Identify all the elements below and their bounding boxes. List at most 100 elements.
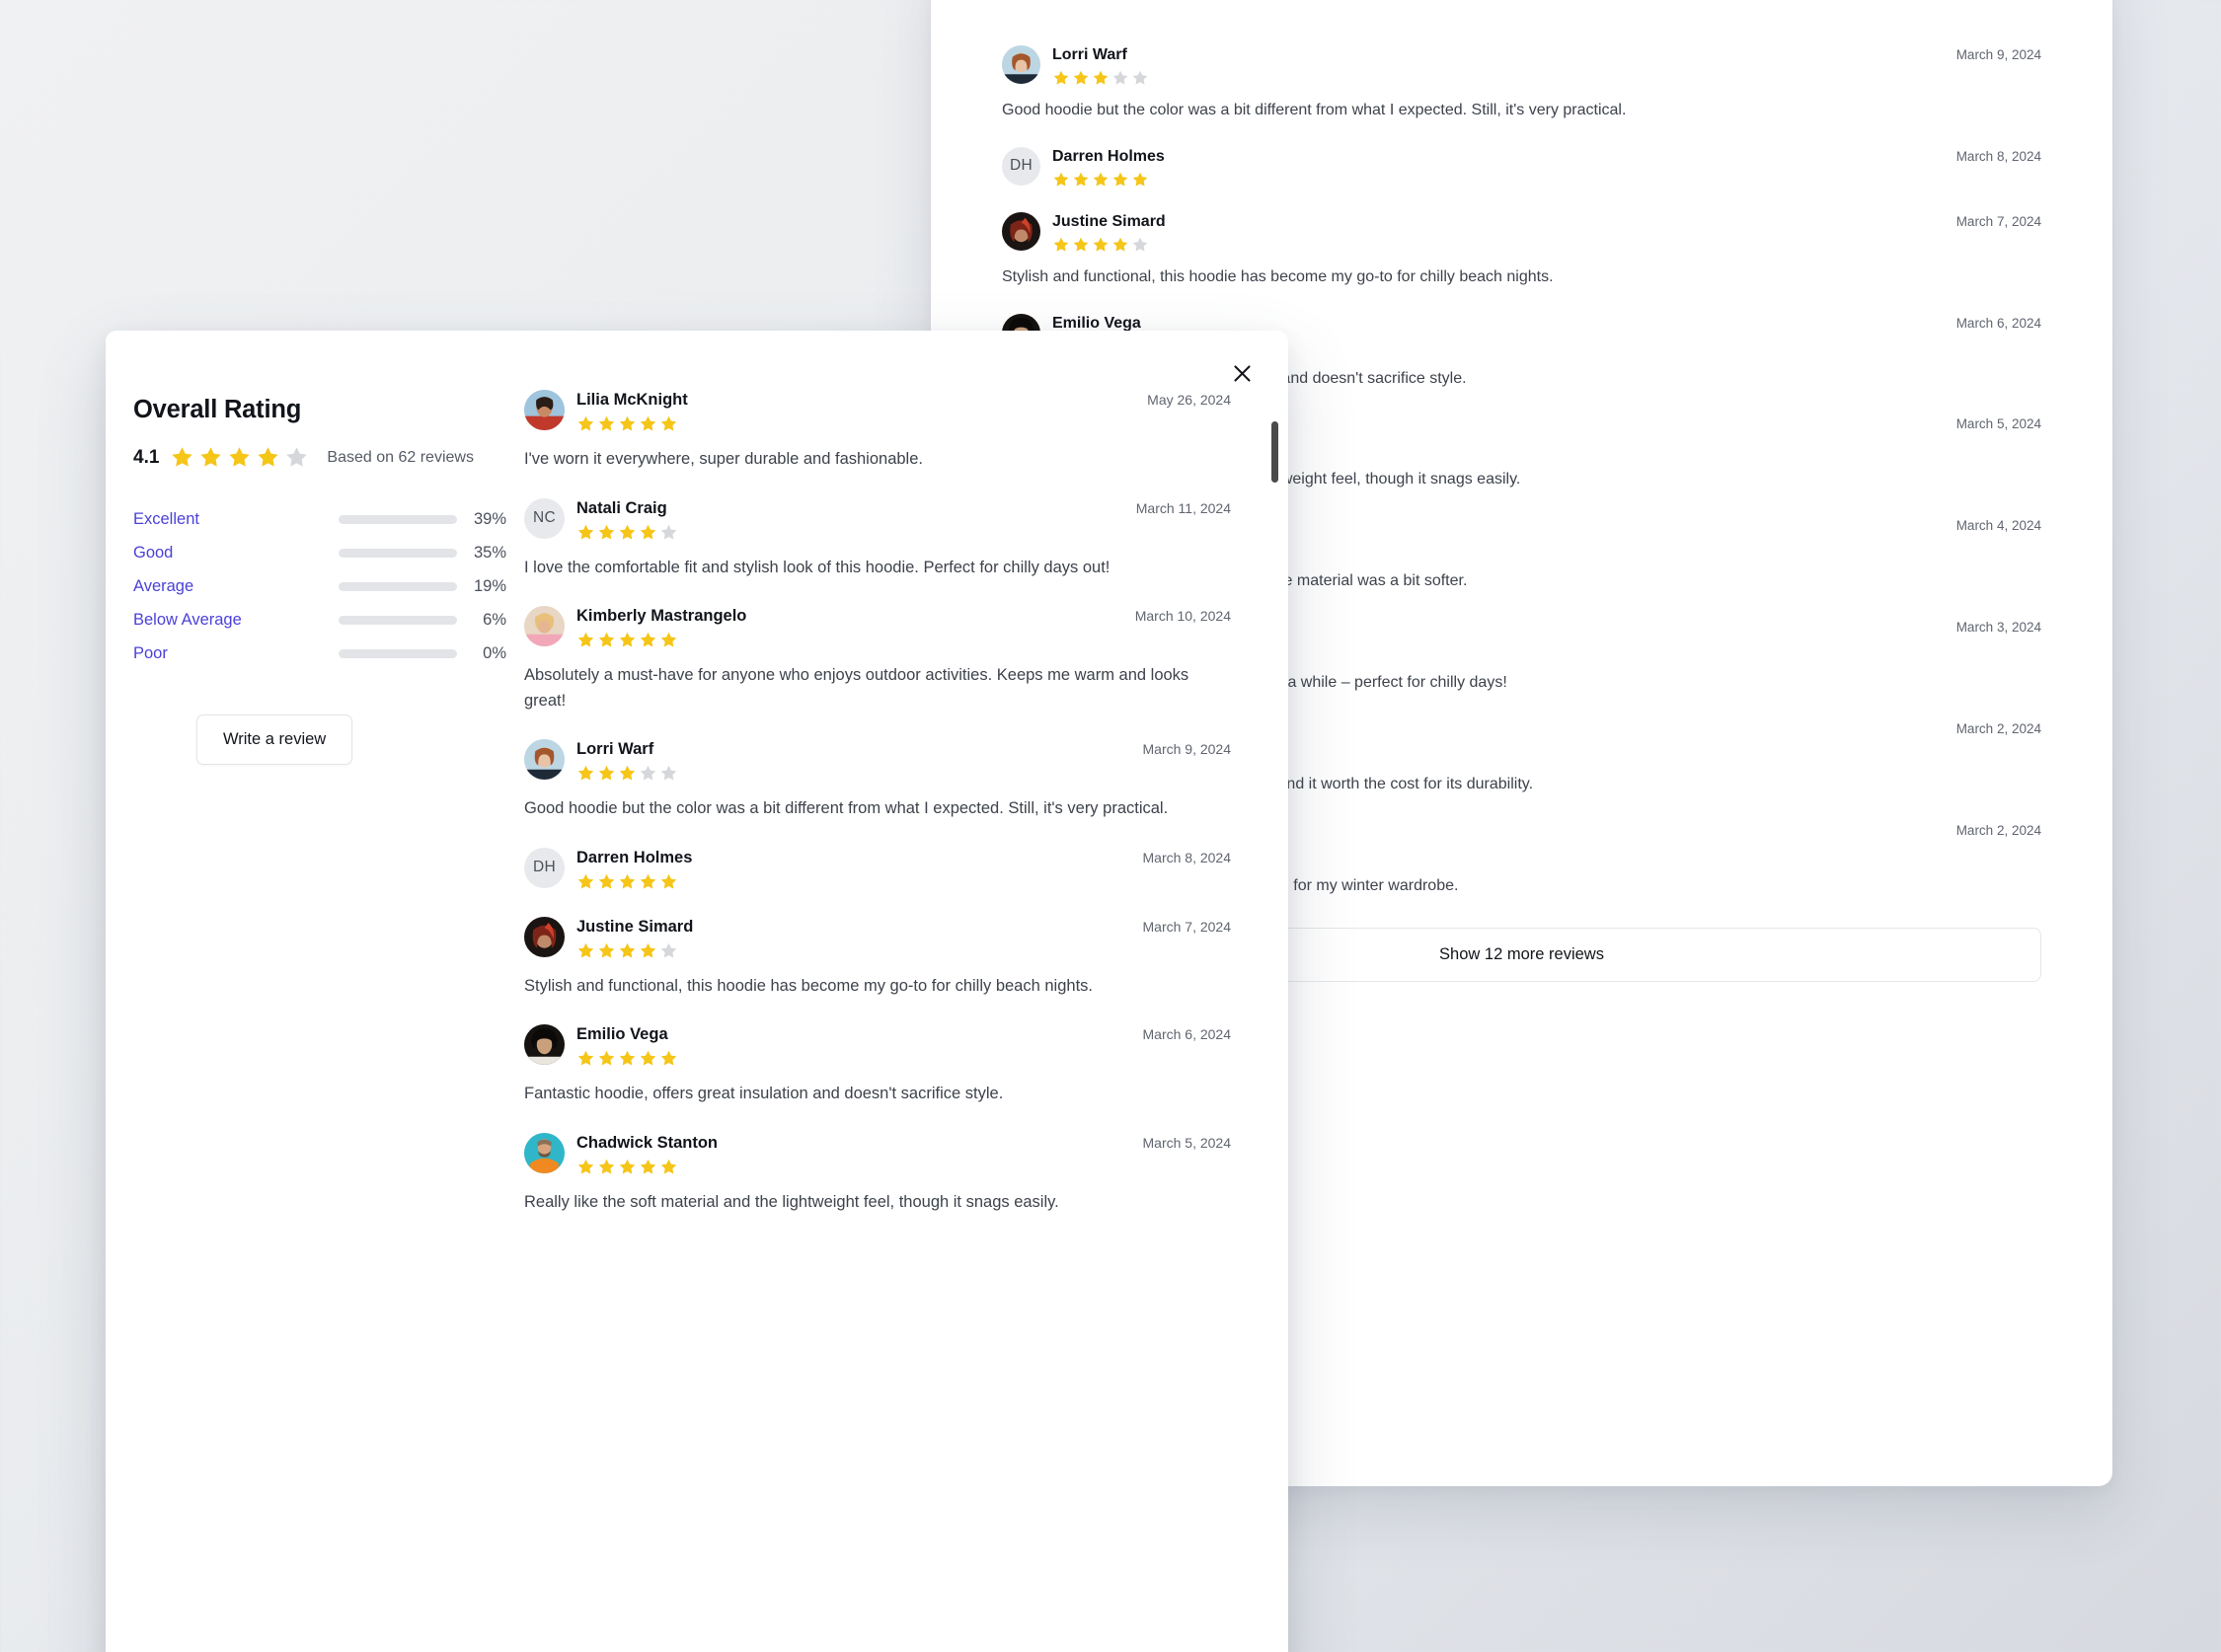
reviewer-name: Lilia McKnight bbox=[576, 391, 688, 409]
review-date: March 7, 2024 bbox=[1142, 918, 1232, 935]
review-star-rating bbox=[576, 941, 1231, 960]
breakdown-bar-track bbox=[339, 648, 457, 658]
close-button[interactable] bbox=[1221, 352, 1263, 394]
star-icon bbox=[660, 524, 677, 540]
breakdown-percent: 6% bbox=[483, 610, 506, 629]
review-item: Justine Simard March 7, 2024 Stylish and f… bbox=[524, 916, 1232, 1000]
review-text: Good hoodie but the color was a bit diff… bbox=[1002, 102, 1627, 118]
review-date: March 2, 2024 bbox=[1955, 822, 2041, 838]
summary-star-rating bbox=[170, 445, 309, 470]
rating-breakdown: Excellent 39% Good 35% Average 19% Below Avera… bbox=[133, 507, 512, 665]
review-item: DH Darren Holmes March 8, 2024 bbox=[524, 847, 1231, 891]
star-icon bbox=[640, 1159, 656, 1174]
breakdown-bar-track bbox=[339, 615, 457, 625]
star-icon bbox=[1093, 237, 1109, 252]
reviewer-name: Lorri Warf bbox=[1052, 46, 1127, 63]
review-date: May 26, 2024 bbox=[1147, 392, 1231, 408]
review-text: I love the comfortable fit and stylish l… bbox=[524, 558, 1110, 576]
breakdown-bar-track bbox=[339, 548, 457, 558]
review-text: Really like the soft material and the li… bbox=[524, 1192, 1059, 1211]
star-icon bbox=[640, 415, 656, 431]
scrollbar[interactable] bbox=[1271, 386, 1278, 1652]
star-icon bbox=[1073, 70, 1089, 85]
reviewer-name: Justine Simard bbox=[1052, 212, 1166, 230]
review-date: March 3, 2024 bbox=[1955, 619, 2041, 635]
star-icon bbox=[660, 415, 677, 431]
score-row: 4.1 Based on 62 reviews bbox=[133, 445, 512, 470]
avatar bbox=[524, 606, 565, 647]
breakdown-row: Poor 0% bbox=[133, 641, 512, 665]
star-icon bbox=[660, 1051, 677, 1066]
scrollbar-thumb[interactable] bbox=[1271, 421, 1278, 483]
breakdown-label: Excellent bbox=[133, 509, 199, 528]
star-icon bbox=[286, 447, 308, 467]
breakdown-row: Excellent 39% bbox=[133, 507, 512, 531]
reviews-modal: Overall Rating 4.1 Based on 62 reviews E… bbox=[106, 331, 1288, 1652]
review-date: March 11, 2024 bbox=[1135, 499, 1231, 516]
review-star-rating bbox=[576, 1049, 1231, 1068]
write-review-button[interactable]: Write a review bbox=[196, 714, 353, 765]
review-item: Chadwick Stanton March 5, 2024 Really like… bbox=[524, 1132, 1231, 1216]
star-icon bbox=[1112, 172, 1128, 187]
reviewer-name: Chadwick Stanton bbox=[576, 1133, 719, 1152]
star-icon bbox=[598, 632, 615, 647]
avatar bbox=[524, 916, 565, 957]
avatar bbox=[524, 1024, 565, 1066]
breakdown-label: Average bbox=[133, 576, 194, 595]
avatar bbox=[1002, 45, 1040, 84]
review-date: March 6, 2024 bbox=[1955, 315, 2041, 331]
star-icon bbox=[660, 632, 677, 647]
reviewer-name: Natali Craig bbox=[576, 498, 667, 517]
close-icon bbox=[1233, 364, 1251, 382]
avatar bbox=[524, 1132, 565, 1173]
star-icon bbox=[640, 1051, 656, 1066]
reviewer-name: Darren Holmes bbox=[576, 848, 693, 866]
breakdown-label: Good bbox=[133, 543, 174, 562]
breakdown-bar-track bbox=[339, 514, 457, 524]
modal-review-list: Lilia McKnight May 26, 2024 I've worn it e… bbox=[512, 331, 1288, 1652]
star-icon bbox=[619, 873, 636, 889]
review-item: Emilio Vega March 6, 2024 Fantastic hoodie… bbox=[524, 1024, 1231, 1107]
star-icon bbox=[577, 1159, 594, 1174]
star-icon bbox=[229, 447, 251, 467]
review-date: March 9, 2024 bbox=[1955, 47, 2041, 62]
avatar: DH bbox=[1002, 146, 1040, 186]
star-icon bbox=[1112, 70, 1128, 85]
star-icon bbox=[598, 1051, 615, 1066]
review-date: March 9, 2024 bbox=[1142, 741, 1232, 758]
star-icon bbox=[640, 632, 656, 647]
star-icon bbox=[1073, 172, 1089, 187]
star-icon bbox=[577, 873, 594, 889]
star-icon bbox=[1132, 172, 1148, 187]
review-star-rating bbox=[576, 764, 1231, 783]
review-item: Kimberly Mastrangelo March 10, 2024 Absolu… bbox=[524, 606, 1231, 713]
star-icon bbox=[598, 415, 615, 431]
star-icon bbox=[1093, 70, 1109, 85]
star-icon bbox=[598, 524, 615, 540]
review-text: I've worn it everywhere, super durable a… bbox=[524, 450, 923, 468]
review-count-label: Based on 62 reviews bbox=[327, 448, 474, 466]
overall-rating-title: Overall Rating bbox=[133, 396, 302, 423]
star-icon bbox=[1132, 237, 1148, 252]
star-icon bbox=[598, 873, 615, 889]
star-icon bbox=[640, 524, 656, 540]
breakdown-bar-track bbox=[339, 581, 457, 591]
breakdown-label: Below Average bbox=[133, 610, 242, 629]
breakdown-percent: 0% bbox=[483, 643, 506, 662]
review-text: Fantastic hoodie, offers great insulatio… bbox=[524, 1085, 1004, 1103]
star-icon bbox=[172, 447, 193, 467]
star-icon bbox=[619, 632, 636, 647]
review-text: Stylish and functional, this hoodie has … bbox=[1002, 267, 1554, 285]
review-item: NC Natali Craig March 11, 2024 I love the c… bbox=[524, 497, 1231, 581]
review-text: Stylish and functional, this hoodie has … bbox=[524, 976, 1093, 995]
review-date: March 6, 2024 bbox=[1142, 1026, 1232, 1043]
reviewer-name: Emilio Vega bbox=[1052, 314, 1141, 332]
star-icon bbox=[640, 765, 656, 781]
star-icon bbox=[1073, 237, 1089, 252]
star-icon bbox=[200, 447, 222, 467]
breakdown-percent: 19% bbox=[473, 576, 506, 595]
review-text: Good hoodie but the color was a bit diff… bbox=[524, 799, 1169, 818]
avatar: DH bbox=[524, 847, 565, 888]
review-date: March 7, 2024 bbox=[1955, 213, 2041, 229]
review-date: March 2, 2024 bbox=[1955, 720, 2041, 736]
